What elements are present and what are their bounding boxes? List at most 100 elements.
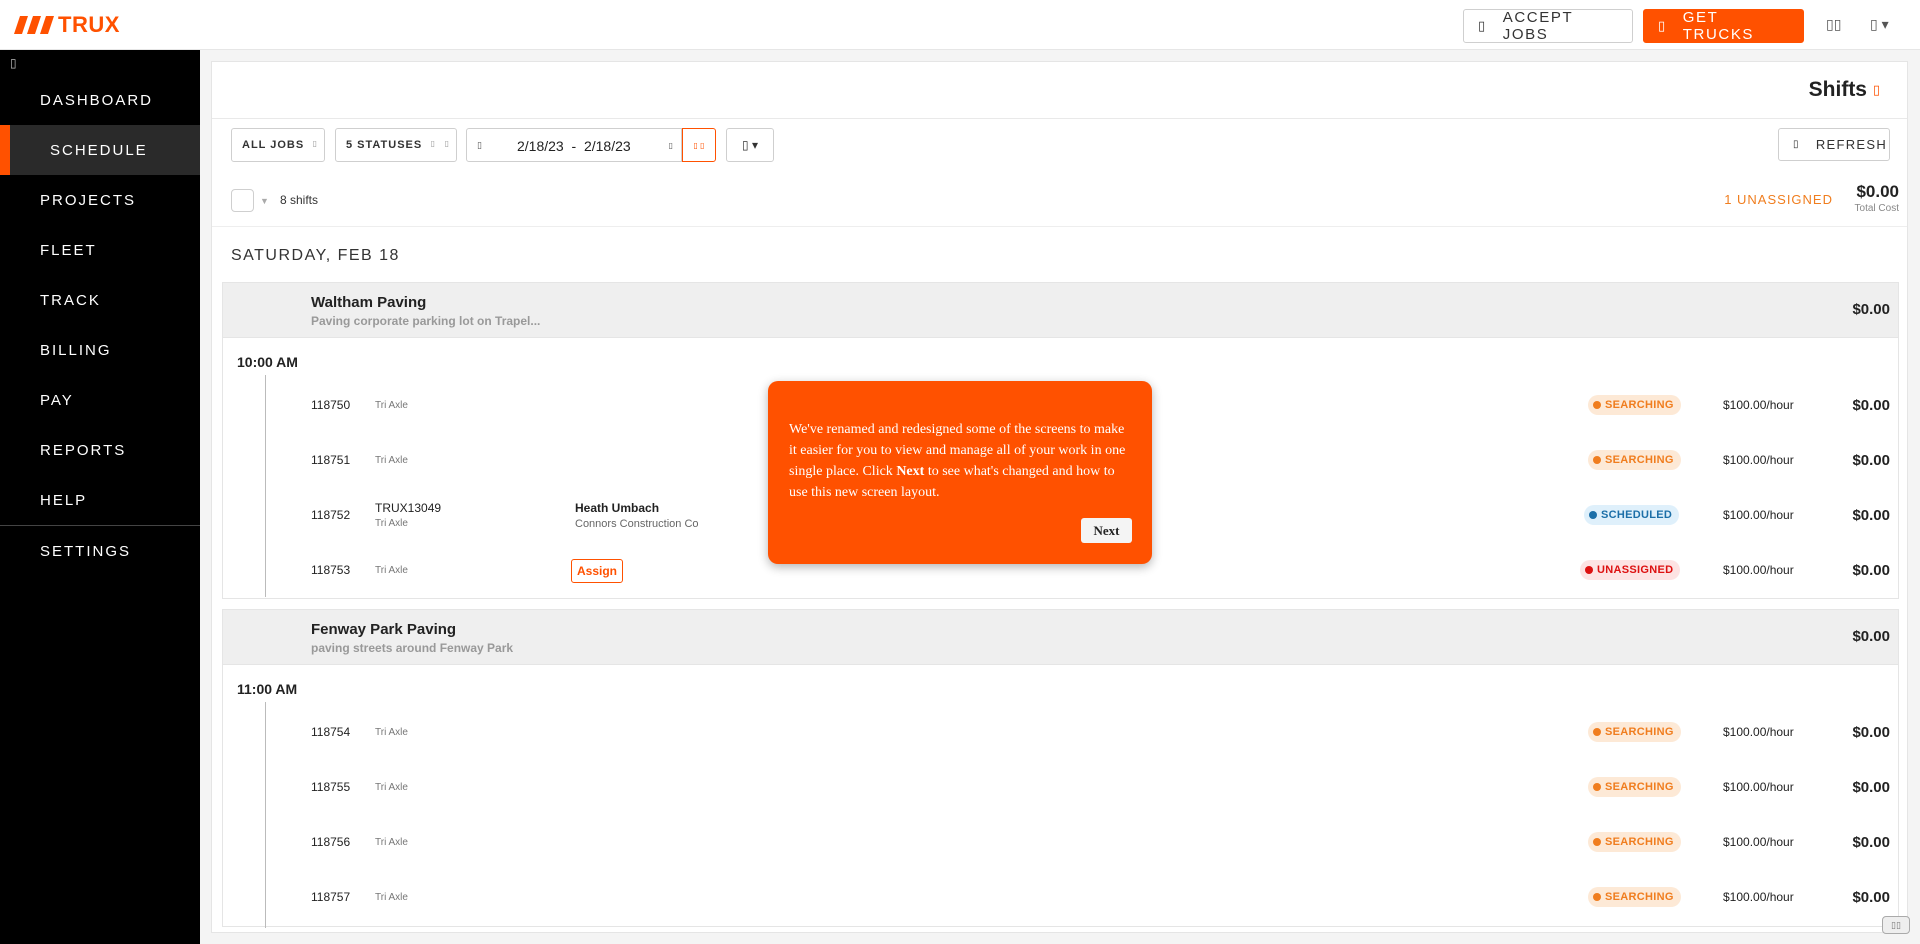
shift-id: 118752 xyxy=(311,508,351,522)
accept-icon: ▯ xyxy=(1478,18,1487,33)
jobs-filter-label: ALL JOBS xyxy=(242,139,305,151)
status-filter[interactable]: 5 STATUSES ▯ ▯ xyxy=(335,128,457,162)
sidebar-item-label: REPORTS xyxy=(40,441,127,459)
view-options-icon: ▯ ▾ xyxy=(742,138,758,152)
sidebar-item-pay[interactable]: PAY xyxy=(0,375,200,425)
shift-row[interactable]: 118754 Tri Axle SEARCHING $100.00/hour $… xyxy=(223,705,1898,760)
job-name: Waltham Paving xyxy=(311,294,427,311)
date-separator: - xyxy=(571,138,577,154)
sidebar-item-help[interactable]: HELP xyxy=(0,475,200,525)
accept-jobs-button[interactable]: ▯ ACCEPT JOBS xyxy=(1463,9,1633,43)
sidebar-item-label: FLEET xyxy=(40,241,97,259)
status-filter-label: 5 STATUSES xyxy=(346,139,423,151)
job-description: paving streets around Fenway Park xyxy=(311,641,514,655)
sidebar-item-reports[interactable]: REPORTS xyxy=(0,425,200,475)
sidebar-item-fleet[interactable]: FLEET xyxy=(0,225,200,275)
shift-rate: $100.00/hour xyxy=(1723,508,1794,522)
date-range-picker[interactable]: ▯ 2/18/23 - 2/18/23 ▯ xyxy=(466,128,682,162)
sidebar-item-settings[interactable]: SETTINGS xyxy=(0,526,200,576)
shift-rate: $100.00/hour xyxy=(1723,835,1794,849)
info-icon[interactable]: ▯ xyxy=(1873,82,1880,98)
status-badge: SEARCHING xyxy=(1588,395,1681,415)
total-cost-label: Total Cost xyxy=(1854,203,1899,214)
driver-name[interactable]: Heath Umbach xyxy=(575,501,659,515)
shift-id: 118750 xyxy=(311,398,351,412)
shift-cost: $0.00 xyxy=(1852,724,1890,741)
time-label: 10:00 AM xyxy=(237,354,298,370)
top-bar: TRUX ▯ ACCEPT JOBS ▯ GET TRUCKS ▯▯ ▯ ▾ xyxy=(0,0,1920,50)
sidebar-item-track[interactable]: TRACK xyxy=(0,275,200,325)
clear-icon[interactable]: ▯ xyxy=(431,139,436,148)
panel-header: Shifts ▯ xyxy=(212,62,1907,119)
shift-cost: $0.00 xyxy=(1852,889,1890,906)
assign-button[interactable]: Assign xyxy=(571,559,624,583)
get-trucks-label: GET TRUCKS xyxy=(1682,9,1755,43)
date-navigation-button[interactable]: ▯ ▯ xyxy=(682,128,716,162)
shift-row[interactable]: 118755 Tri Axle SEARCHING $100.00/hour $… xyxy=(223,760,1898,815)
shift-cost: $0.00 xyxy=(1852,397,1890,414)
job-name: Fenway Park Paving xyxy=(311,621,457,638)
jobs-filter[interactable]: ALL JOBS ▯ xyxy=(231,128,325,162)
status-badge: SEARCHING xyxy=(1588,887,1681,907)
tour-message: We've renamed and redesigned some of the… xyxy=(789,422,1126,500)
shift-rate: $100.00/hour xyxy=(1723,398,1794,412)
shift-row[interactable]: 118757 Tri Axle SEARCHING $100.00/hour $… xyxy=(223,870,1898,925)
truck-type: Tri Axle xyxy=(375,892,408,903)
day-heading: SATURDAY, FEB 18 xyxy=(231,247,400,264)
chevron-down-icon: ▯ xyxy=(312,139,318,148)
truck-type: Tri Axle xyxy=(375,565,408,576)
truck-icon: ▯ xyxy=(1658,18,1667,33)
refresh-button[interactable]: ▯ REFRESH xyxy=(1778,128,1890,161)
sidebar-item-schedule[interactable]: SCHEDULE xyxy=(0,125,200,175)
unassigned-count[interactable]: 1 UNASSIGNED xyxy=(1724,192,1833,207)
shift-cost: $0.00 xyxy=(1852,562,1890,579)
select-all-checkbox[interactable] xyxy=(231,189,254,212)
truck-type: Tri Axle xyxy=(375,518,408,529)
calendar-icon: ▯ xyxy=(477,140,482,150)
trux-logo[interactable]: TRUX xyxy=(14,12,120,37)
notifications-icon[interactable]: ▯▯ xyxy=(1826,16,1841,33)
status-badge: SEARCHING xyxy=(1588,777,1681,797)
job-group: Fenway Park Paving paving streets around… xyxy=(222,609,1899,928)
account-menu-icon[interactable]: ▯ ▾ xyxy=(1870,16,1889,33)
sidebar-item-projects[interactable]: PROJECTS xyxy=(0,175,200,225)
shift-id: 118753 xyxy=(311,563,351,577)
accept-jobs-label: ACCEPT JOBS xyxy=(1502,9,1573,43)
status-badge: SEARCHING xyxy=(1588,832,1681,852)
sidebar: ▯ DASHBOARD SCHEDULE PROJECTS FLEET TRAC… xyxy=(0,50,200,944)
sidebar-item-label: SETTINGS xyxy=(40,542,132,560)
shift-row[interactable]: 118756 Tri Axle SEARCHING $100.00/hour $… xyxy=(223,815,1898,870)
sidebar-toggle-icon[interactable]: ▯ xyxy=(10,56,17,70)
view-options-dropdown[interactable]: ▯ ▾ xyxy=(726,128,774,162)
job-header[interactable]: Fenway Park Paving paving streets around… xyxy=(223,610,1898,665)
select-menu-icon[interactable]: ▼ xyxy=(260,196,269,206)
sidebar-item-billing[interactable]: BILLING xyxy=(0,325,200,375)
truck-type: Tri Axle xyxy=(375,837,408,848)
shift-id: 118754 xyxy=(311,725,351,739)
widget-badge-icon[interactable]: ▯▯ xyxy=(1882,916,1910,934)
job-header[interactable]: Waltham Paving Paving corporate parking … xyxy=(223,283,1898,338)
date-end: 2/18/23 xyxy=(583,138,631,154)
sidebar-item-dashboard[interactable]: DASHBOARD xyxy=(0,75,200,125)
driver-company: Connors Construction Co xyxy=(575,518,699,530)
sidebar-item-label: PROJECTS xyxy=(40,191,137,209)
status-badge: SEARCHING xyxy=(1588,722,1681,742)
sidebar-item-label: DASHBOARD xyxy=(40,91,154,109)
sidebar-item-label: BILLING xyxy=(40,341,112,359)
sidebar-item-label: SCHEDULE xyxy=(50,141,148,159)
shift-cost: $0.00 xyxy=(1852,834,1890,851)
total-cost-value: $0.00 xyxy=(1856,182,1899,201)
shift-rate: $100.00/hour xyxy=(1723,780,1794,794)
sidebar-item-label: PAY xyxy=(40,391,74,409)
chevron-down-icon: ▯ xyxy=(668,141,673,150)
shift-count: 8 shifts xyxy=(280,193,319,207)
get-trucks-button[interactable]: ▯ GET TRUCKS xyxy=(1643,9,1804,43)
shift-id: 118755 xyxy=(311,780,351,794)
chevron-down-icon: ▯ xyxy=(444,139,450,148)
truck-number[interactable]: TRUX13049 xyxy=(375,501,441,515)
arrows-icon: ▯ ▯ xyxy=(693,140,705,150)
truck-type: Tri Axle xyxy=(375,400,408,411)
shift-id: 118751 xyxy=(311,453,351,467)
shift-rate: $100.00/hour xyxy=(1723,890,1794,904)
tour-next-button[interactable]: Next xyxy=(1081,518,1132,543)
